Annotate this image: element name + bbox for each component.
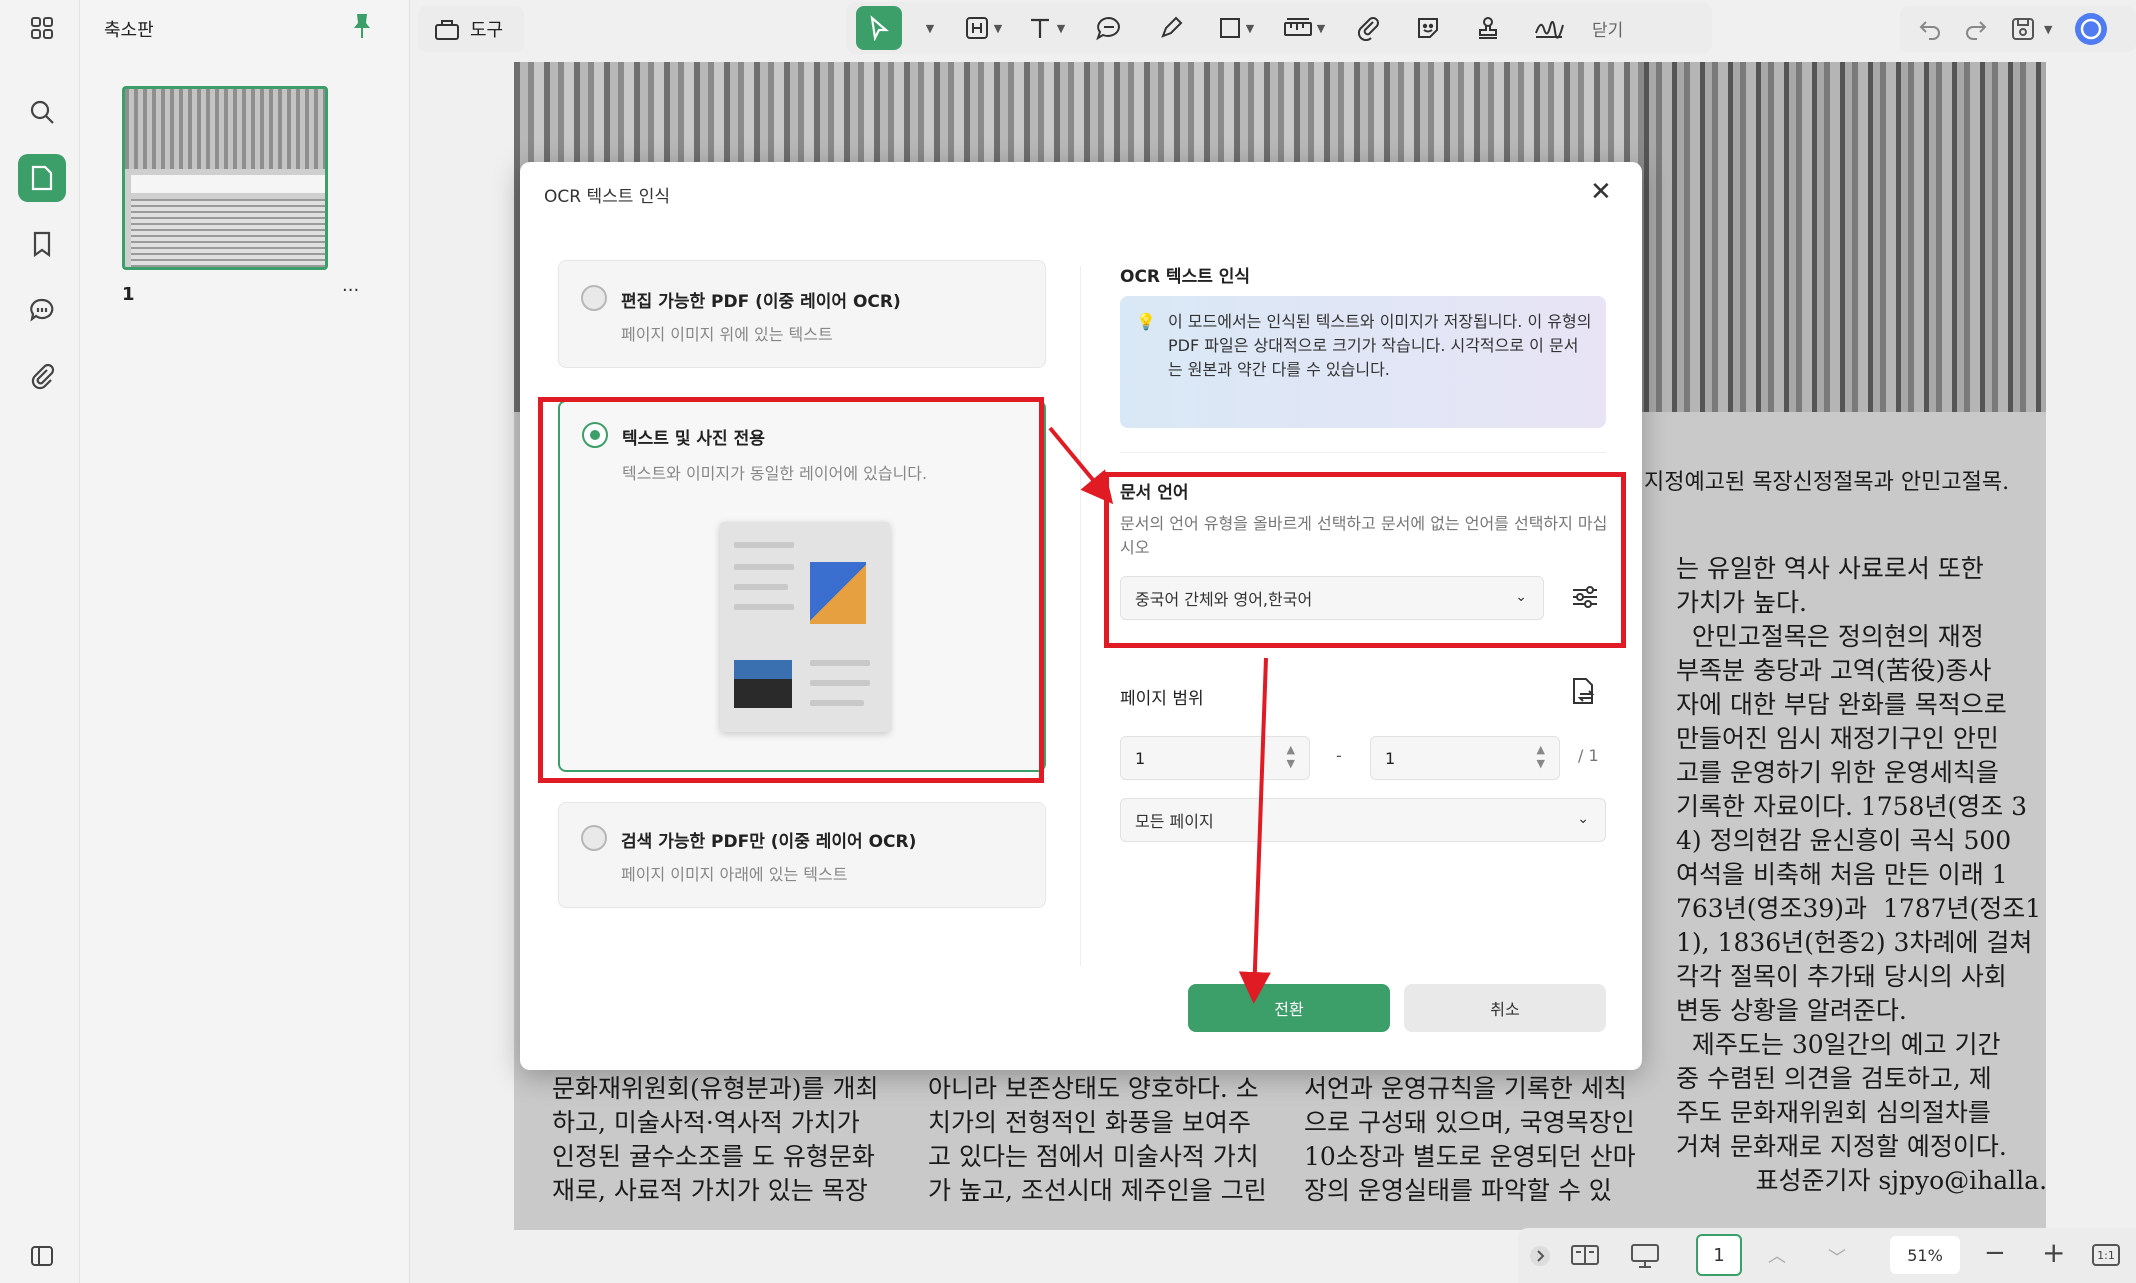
zoom-out-icon[interactable]: − — [1984, 1238, 2006, 1268]
annotation-arrows — [1048, 426, 1271, 1004]
zoom-level[interactable]: 51% — [1890, 1236, 1960, 1274]
expand-icon[interactable] — [1528, 1244, 1552, 1268]
actual-size-button[interactable]: 1:1 — [2092, 1244, 2120, 1266]
presentation-icon[interactable] — [1630, 1242, 1660, 1270]
bottom-navigation-bar: 1 ︿ ﹀ 51% − + 1:1 — [1518, 1228, 2136, 1283]
arrow-to-language — [1048, 426, 1114, 505]
zoom-in-icon[interactable]: + — [2042, 1236, 2065, 1269]
previous-page-icon[interactable]: ︿ — [1768, 1242, 1786, 1268]
reading-mode-icon[interactable] — [1570, 1242, 1600, 1268]
current-page-input[interactable]: 1 — [1696, 1234, 1742, 1276]
next-page-icon[interactable]: ﹀ — [1828, 1244, 1846, 1270]
arrow-to-convert — [1238, 657, 1271, 1004]
